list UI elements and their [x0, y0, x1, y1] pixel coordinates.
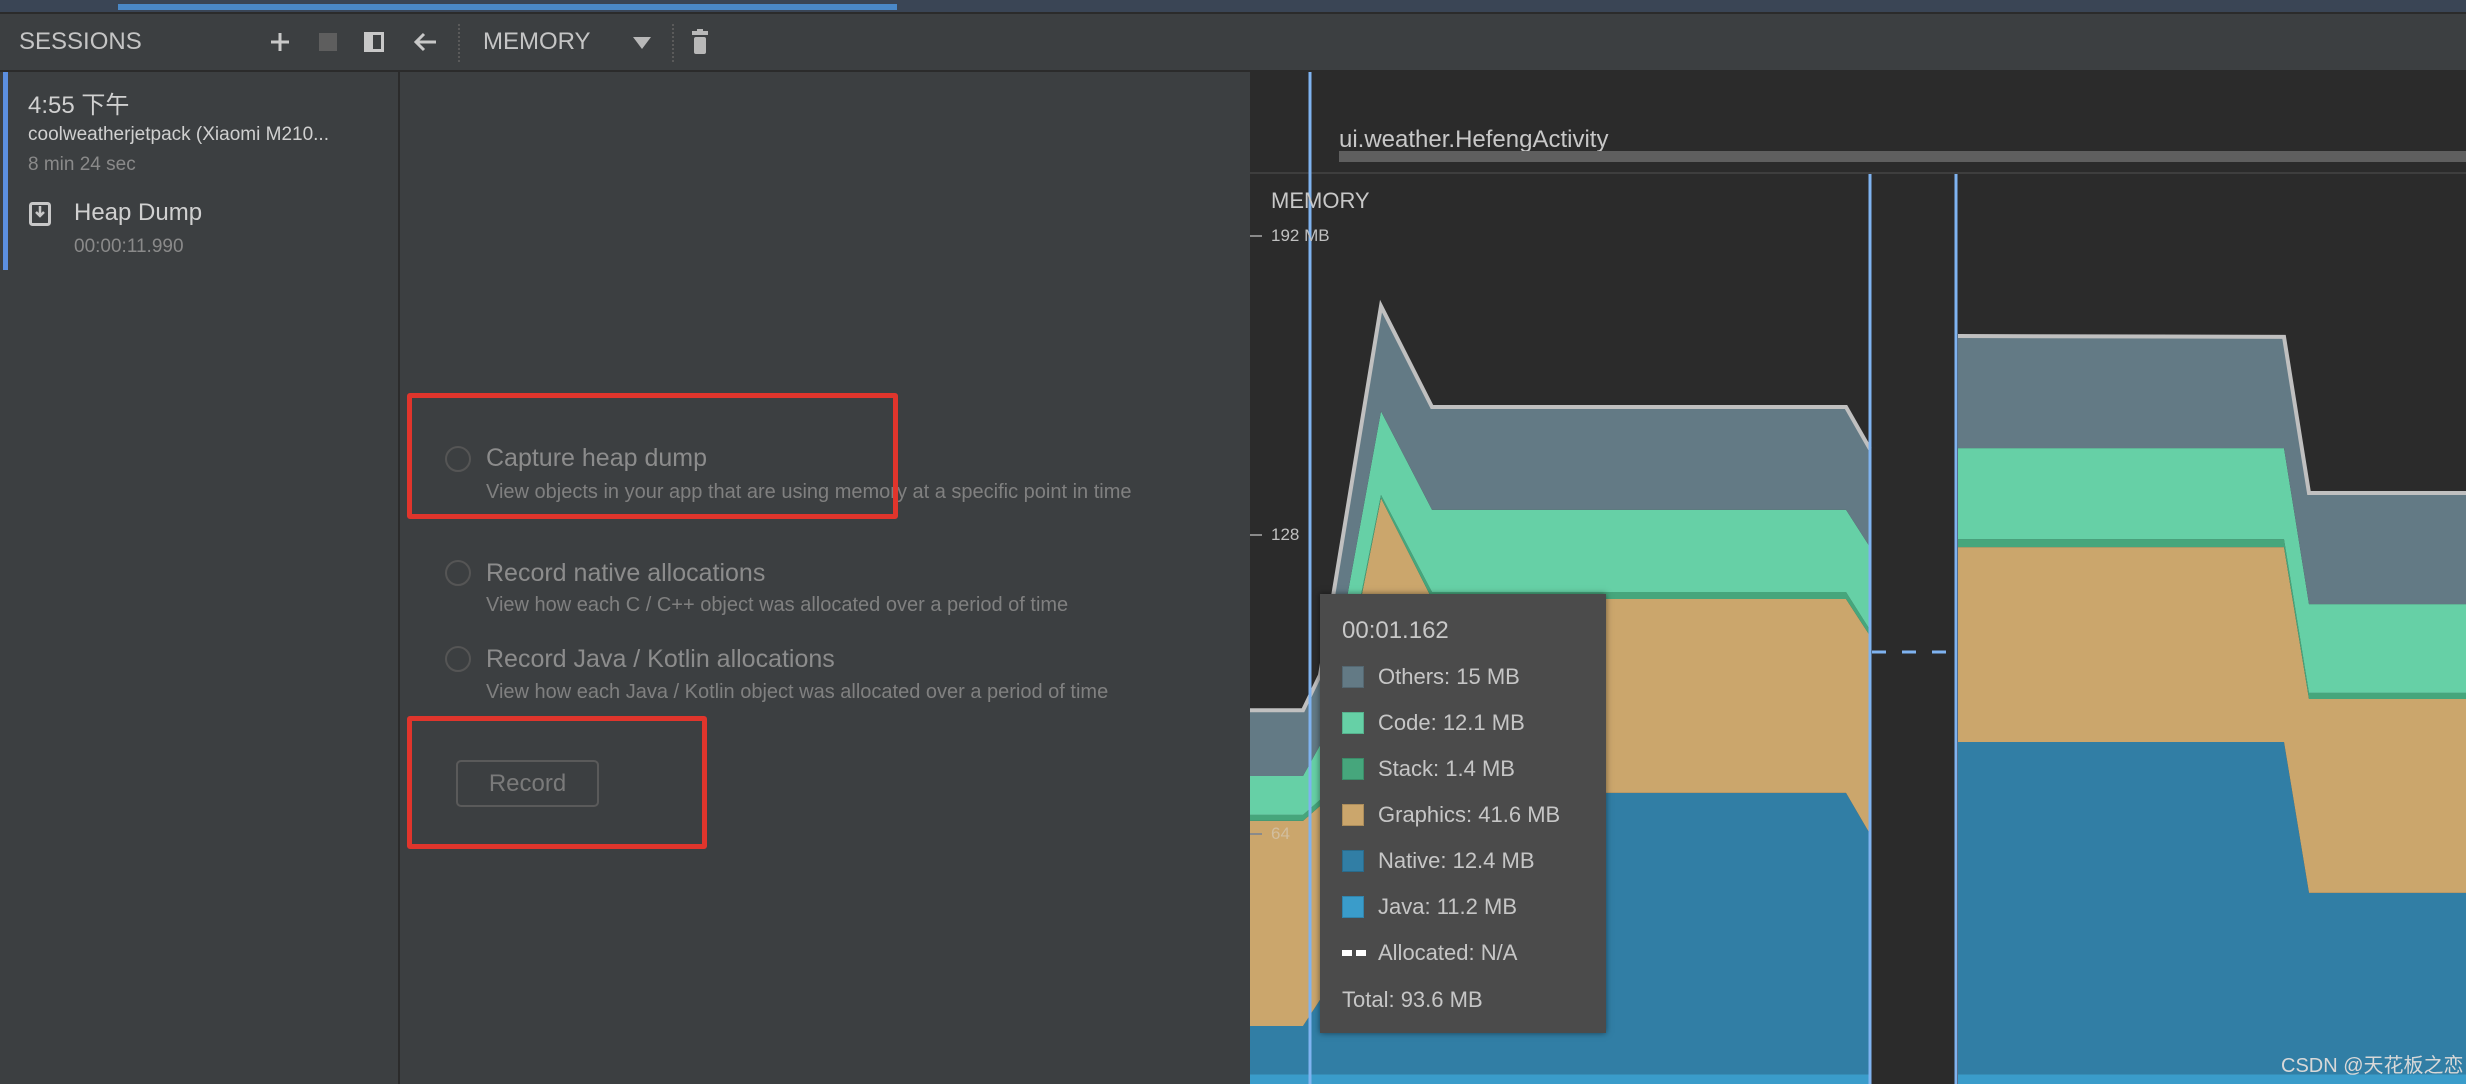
legend-swatch — [1342, 758, 1364, 780]
trash-icon[interactable] — [682, 24, 718, 60]
radio-record-java-kotlin[interactable] — [445, 646, 471, 672]
legend-swatch — [1342, 804, 1364, 826]
tooltip-total: Total: 93.6 MB — [1342, 987, 1483, 1012]
option-description: View objects in your app that are using … — [486, 481, 1132, 503]
tooltip-allocated: Allocated: N/A — [1378, 940, 1518, 965]
y-tick-label: 64 — [1271, 824, 1290, 843]
y-tick-label: 128 — [1271, 525, 1300, 544]
tooltip-time: 00:01.162 — [1342, 617, 1449, 644]
watermark: CSDN @天花板之恋 — [2281, 1055, 2464, 1077]
profiler-select-dropdown[interactable]: MEMORY — [470, 20, 660, 66]
tooltip-allocated-row: Allocated: N/A — [1342, 940, 1517, 966]
option-title: Capture heap dump — [486, 444, 707, 472]
heap-dump-timestamp: 00:00:11.990 — [74, 236, 184, 257]
option-description: View how each C / C++ object was allocat… — [486, 594, 1069, 616]
plus-icon[interactable] — [262, 24, 298, 60]
legend-swatch — [1342, 712, 1364, 734]
tooltip-row-label: Others: 15 MB — [1378, 664, 1520, 689]
memory-tooltip: 00:01.162 Others: 15 MB Code: 12.1 MB Stac… — [1320, 594, 1606, 1033]
heap-dump-icon — [29, 202, 51, 226]
session-duration: 8 min 24 sec — [28, 154, 136, 175]
option-title: Record native allocations — [486, 559, 766, 587]
option-description: View how each Java / Kotlin object was a… — [486, 681, 1109, 703]
tooltip-row-label: Java: 11.2 MB — [1378, 894, 1517, 919]
tooltip-row: Graphics: 41.6 MB — [1342, 802, 1560, 828]
tooltip-row-label: Graphics: 41.6 MB — [1378, 802, 1561, 827]
area-java — [1250, 1074, 1870, 1084]
progress-indicator — [118, 4, 897, 10]
tooltip-row: Code: 12.1 MB — [1342, 710, 1525, 736]
option-title: Record Java / Kotlin allocations — [486, 645, 835, 673]
tooltip-row: Others: 15 MB — [1342, 664, 1520, 690]
arrow-left-icon[interactable] — [407, 24, 443, 60]
tooltip-row: Stack: 1.4 MB — [1342, 756, 1515, 782]
recording-options-panel: Capture heap dump View objects in your a… — [401, 72, 1250, 1084]
session-app: coolweatherjetpack (Xiaomi M210... — [28, 124, 329, 145]
sessions-title: SESSIONS — [19, 28, 142, 55]
tooltip-row: Java: 11.2 MB — [1342, 894, 1517, 920]
legend-swatch — [1342, 896, 1364, 918]
radio-record-native[interactable] — [445, 560, 471, 586]
legend-swatch — [1342, 666, 1364, 688]
chart-title: MEMORY — [1271, 188, 1370, 213]
tooltip-total-row: Total: 93.6 MB — [1342, 987, 1483, 1013]
session-time: 4:55 下午 — [28, 92, 130, 119]
toolbar-separator — [458, 24, 460, 62]
tooltip-row-label: Code: 12.1 MB — [1378, 710, 1525, 735]
legend-swatch — [1342, 850, 1364, 872]
tooltip-row-label: Native: 12.4 MB — [1378, 848, 1535, 873]
y-tick-label: 192 MB — [1271, 226, 1330, 245]
record-button[interactable]: Record — [456, 760, 599, 807]
window-top-strip — [0, 0, 2466, 12]
toolbar-separator — [672, 24, 674, 62]
profiler-toolbar: SESSIONS MEMORY — [0, 12, 2466, 72]
dashed-line-icon — [1342, 950, 1366, 956]
panel-toggle-icon[interactable] — [356, 24, 392, 60]
chevron-down-icon — [633, 37, 651, 49]
profiler-select-value: MEMORY — [483, 28, 591, 55]
stop-icon[interactable] — [310, 24, 346, 60]
heap-dump-item[interactable]: Heap Dump 00:00:11.990 — [20, 197, 398, 267]
heap-dump-title: Heap Dump — [74, 199, 203, 226]
radio-capture-heap-dump[interactable] — [445, 446, 471, 472]
tooltip-row-label: Stack: 1.4 MB — [1378, 756, 1515, 781]
sessions-panel: 4:55 下午 coolweatherjetpack (Xiaomi M210.… — [0, 72, 400, 1084]
tooltip-row: Native: 12.4 MB — [1342, 848, 1535, 874]
